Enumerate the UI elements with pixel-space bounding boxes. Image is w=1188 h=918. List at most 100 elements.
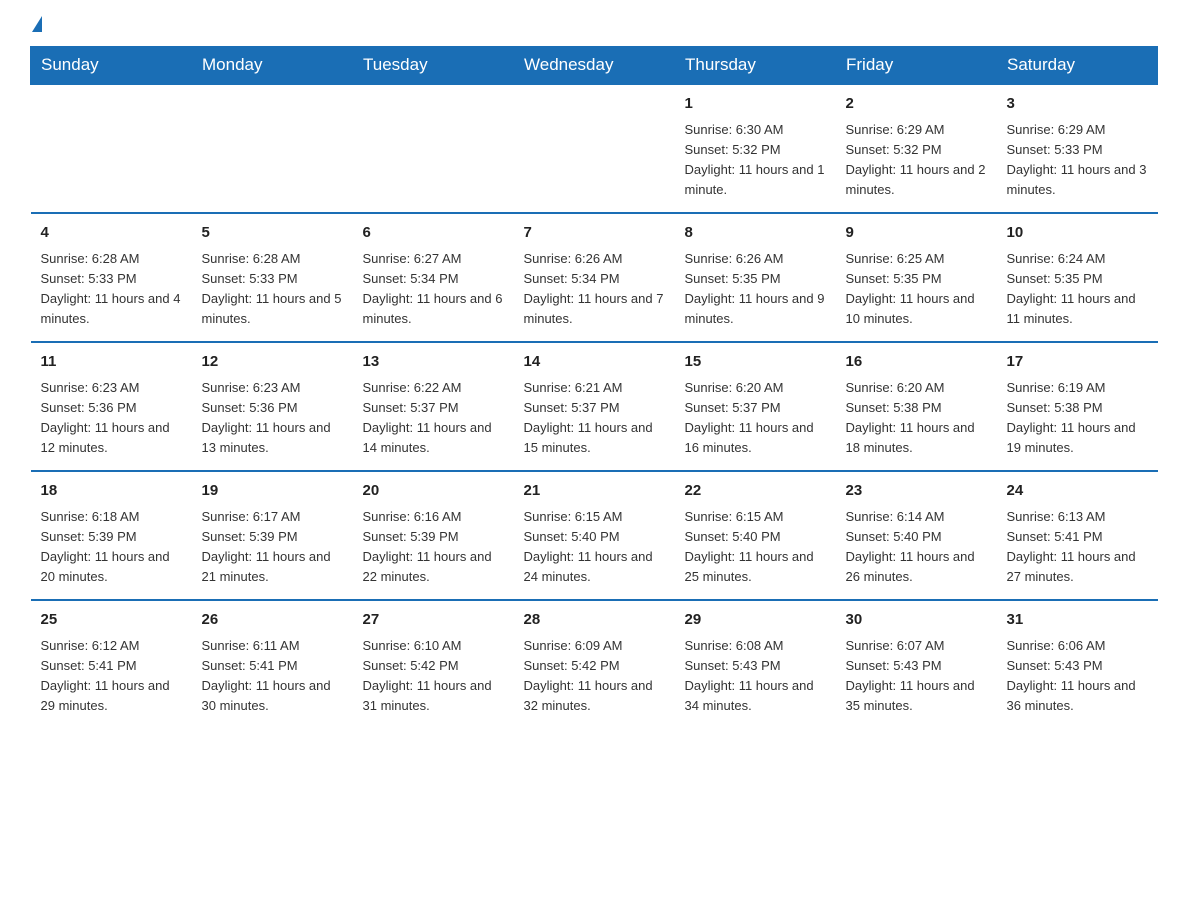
day-info: Sunrise: 6:12 AMSunset: 5:41 PMDaylight:… bbox=[41, 636, 182, 717]
day-number: 3 bbox=[1007, 93, 1148, 116]
day-info: Sunrise: 6:28 AMSunset: 5:33 PMDaylight:… bbox=[202, 249, 343, 330]
calendar-cell bbox=[192, 84, 353, 213]
day-info: Sunrise: 6:16 AMSunset: 5:39 PMDaylight:… bbox=[363, 507, 504, 588]
calendar-cell: 6 Sunrise: 6:27 AMSunset: 5:34 PMDaylight… bbox=[353, 213, 514, 342]
day-number: 1 bbox=[685, 93, 826, 116]
calendar-cell: 5Sunrise: 6:28 AMSunset: 5:33 PMDaylight… bbox=[192, 213, 353, 342]
calendar-cell bbox=[31, 84, 192, 213]
day-info: Sunrise: 6:14 AMSunset: 5:40 PMDaylight:… bbox=[846, 507, 987, 588]
calendar-cell: 15 Sunrise: 6:20 AMSunset: 5:37 PMDayligh… bbox=[675, 342, 836, 471]
day-info: Sunrise: 6:18 AMSunset: 5:39 PMDaylight:… bbox=[41, 507, 182, 588]
calendar-cell: 28 Sunrise: 6:09 AMSunset: 5:42 PMDayligh… bbox=[514, 600, 675, 728]
weekday-header-sunday: Sunday bbox=[31, 47, 192, 85]
calendar-cell: 19 Sunrise: 6:17 AMSunset: 5:39 PMDayligh… bbox=[192, 471, 353, 600]
calendar-cell: 14Sunrise: 6:21 AMSunset: 5:37 PMDayligh… bbox=[514, 342, 675, 471]
calendar-cell: 31 Sunrise: 6:06 AMSunset: 5:43 PMDayligh… bbox=[997, 600, 1158, 728]
calendar-cell: 10 Sunrise: 6:24 AMSunset: 5:35 PMDayligh… bbox=[997, 213, 1158, 342]
calendar-table: SundayMondayTuesdayWednesdayThursdayFrid… bbox=[30, 46, 1158, 728]
weekday-header-wednesday: Wednesday bbox=[514, 47, 675, 85]
calendar-week-2: 4 Sunrise: 6:28 AMSunset: 5:33 PMDaylight… bbox=[31, 213, 1158, 342]
day-number: 23 bbox=[846, 480, 987, 503]
calendar-cell: 29Sunrise: 6:08 AMSunset: 5:43 PMDayligh… bbox=[675, 600, 836, 728]
day-number: 31 bbox=[1007, 609, 1148, 632]
day-info: Sunrise: 6:20 AMSunset: 5:38 PMDaylight:… bbox=[846, 378, 987, 459]
day-info: Sunrise: 6:09 AMSunset: 5:42 PMDaylight:… bbox=[524, 636, 665, 717]
logo-triangle-icon bbox=[32, 16, 42, 32]
day-number: 28 bbox=[524, 609, 665, 632]
calendar-cell: 21Sunrise: 6:15 AMSunset: 5:40 PMDayligh… bbox=[514, 471, 675, 600]
day-info: Sunrise: 6:28 AMSunset: 5:33 PMDaylight:… bbox=[41, 249, 182, 330]
day-info: Sunrise: 6:11 AMSunset: 5:41 PMDaylight:… bbox=[202, 636, 343, 717]
day-number: 9 bbox=[846, 222, 987, 245]
calendar-week-4: 18 Sunrise: 6:18 AMSunset: 5:39 PMDayligh… bbox=[31, 471, 1158, 600]
day-info: Sunrise: 6:26 AMSunset: 5:34 PMDaylight:… bbox=[524, 249, 665, 330]
calendar-cell: 2 Sunrise: 6:29 AMSunset: 5:32 PMDaylight… bbox=[836, 84, 997, 213]
calendar-cell: 30 Sunrise: 6:07 AMSunset: 5:43 PMDayligh… bbox=[836, 600, 997, 728]
calendar-cell: 1 Sunrise: 6:30 AMSunset: 5:32 PMDaylight… bbox=[675, 84, 836, 213]
day-number: 30 bbox=[846, 609, 987, 632]
day-info: Sunrise: 6:17 AMSunset: 5:39 PMDaylight:… bbox=[202, 507, 343, 588]
page-header bbox=[30, 20, 1158, 36]
calendar-cell: 20 Sunrise: 6:16 AMSunset: 5:39 PMDayligh… bbox=[353, 471, 514, 600]
day-number: 13 bbox=[363, 351, 504, 374]
calendar-cell: 12 Sunrise: 6:23 AMSunset: 5:36 PMDayligh… bbox=[192, 342, 353, 471]
day-info: Sunrise: 6:10 AMSunset: 5:42 PMDaylight:… bbox=[363, 636, 504, 717]
day-info: Sunrise: 6:19 AMSunset: 5:38 PMDaylight:… bbox=[1007, 378, 1148, 459]
weekday-header-thursday: Thursday bbox=[675, 47, 836, 85]
day-number: 11 bbox=[41, 351, 182, 374]
day-info: Sunrise: 6:23 AMSunset: 5:36 PMDaylight:… bbox=[41, 378, 182, 459]
calendar-week-5: 25Sunrise: 6:12 AMSunset: 5:41 PMDayligh… bbox=[31, 600, 1158, 728]
weekday-header-monday: Monday bbox=[192, 47, 353, 85]
day-number: 19 bbox=[202, 480, 343, 503]
day-info: Sunrise: 6:27 AMSunset: 5:34 PMDaylight:… bbox=[363, 249, 504, 330]
day-number: 22 bbox=[685, 480, 826, 503]
day-number: 12 bbox=[202, 351, 343, 374]
calendar-cell: 11 Sunrise: 6:23 AMSunset: 5:36 PMDayligh… bbox=[31, 342, 192, 471]
calendar-cell: 16Sunrise: 6:20 AMSunset: 5:38 PMDayligh… bbox=[836, 342, 997, 471]
day-number: 7 bbox=[524, 222, 665, 245]
calendar-cell bbox=[353, 84, 514, 213]
day-info: Sunrise: 6:23 AMSunset: 5:36 PMDaylight:… bbox=[202, 378, 343, 459]
day-info: Sunrise: 6:24 AMSunset: 5:35 PMDaylight:… bbox=[1007, 249, 1148, 330]
day-number: 20 bbox=[363, 480, 504, 503]
calendar-week-3: 11 Sunrise: 6:23 AMSunset: 5:36 PMDayligh… bbox=[31, 342, 1158, 471]
day-info: Sunrise: 6:22 AMSunset: 5:37 PMDaylight:… bbox=[363, 378, 504, 459]
day-info: Sunrise: 6:06 AMSunset: 5:43 PMDaylight:… bbox=[1007, 636, 1148, 717]
calendar-cell: 27 Sunrise: 6:10 AMSunset: 5:42 PMDayligh… bbox=[353, 600, 514, 728]
calendar-cell bbox=[514, 84, 675, 213]
calendar-cell: 3 Sunrise: 6:29 AMSunset: 5:33 PMDaylight… bbox=[997, 84, 1158, 213]
calendar-cell: 4 Sunrise: 6:28 AMSunset: 5:33 PMDaylight… bbox=[31, 213, 192, 342]
calendar-cell: 23 Sunrise: 6:14 AMSunset: 5:40 PMDayligh… bbox=[836, 471, 997, 600]
calendar-cell: 22Sunrise: 6:15 AMSunset: 5:40 PMDayligh… bbox=[675, 471, 836, 600]
calendar-week-1: 1 Sunrise: 6:30 AMSunset: 5:32 PMDaylight… bbox=[31, 84, 1158, 213]
day-info: Sunrise: 6:20 AMSunset: 5:37 PMDaylight:… bbox=[685, 378, 826, 459]
calendar-cell: 26 Sunrise: 6:11 AMSunset: 5:41 PMDayligh… bbox=[192, 600, 353, 728]
day-number: 6 bbox=[363, 222, 504, 245]
day-number: 17 bbox=[1007, 351, 1148, 374]
day-info: Sunrise: 6:25 AMSunset: 5:35 PMDaylight:… bbox=[846, 249, 987, 330]
day-number: 27 bbox=[363, 609, 504, 632]
day-number: 14 bbox=[524, 351, 665, 374]
day-info: Sunrise: 6:07 AMSunset: 5:43 PMDaylight:… bbox=[846, 636, 987, 717]
day-info: Sunrise: 6:13 AMSunset: 5:41 PMDaylight:… bbox=[1007, 507, 1148, 588]
calendar-cell: 18 Sunrise: 6:18 AMSunset: 5:39 PMDayligh… bbox=[31, 471, 192, 600]
day-info: Sunrise: 6:29 AMSunset: 5:33 PMDaylight:… bbox=[1007, 120, 1148, 201]
weekday-header-tuesday: Tuesday bbox=[353, 47, 514, 85]
calendar-cell: 25Sunrise: 6:12 AMSunset: 5:41 PMDayligh… bbox=[31, 600, 192, 728]
weekday-header-friday: Friday bbox=[836, 47, 997, 85]
day-info: Sunrise: 6:30 AMSunset: 5:32 PMDaylight:… bbox=[685, 120, 826, 201]
day-number: 15 bbox=[685, 351, 826, 374]
day-number: 18 bbox=[41, 480, 182, 503]
logo bbox=[30, 20, 42, 36]
calendar-cell: 9 Sunrise: 6:25 AMSunset: 5:35 PMDaylight… bbox=[836, 213, 997, 342]
day-number: 26 bbox=[202, 609, 343, 632]
weekday-header-saturday: Saturday bbox=[997, 47, 1158, 85]
day-number: 2 bbox=[846, 93, 987, 116]
weekday-header-row: SundayMondayTuesdayWednesdayThursdayFrid… bbox=[31, 47, 1158, 85]
day-number: 8 bbox=[685, 222, 826, 245]
day-number: 10 bbox=[1007, 222, 1148, 245]
day-info: Sunrise: 6:29 AMSunset: 5:32 PMDaylight:… bbox=[846, 120, 987, 201]
day-info: Sunrise: 6:08 AMSunset: 5:43 PMDaylight:… bbox=[685, 636, 826, 717]
day-number: 4 bbox=[41, 222, 182, 245]
calendar-cell: 13 Sunrise: 6:22 AMSunset: 5:37 PMDayligh… bbox=[353, 342, 514, 471]
